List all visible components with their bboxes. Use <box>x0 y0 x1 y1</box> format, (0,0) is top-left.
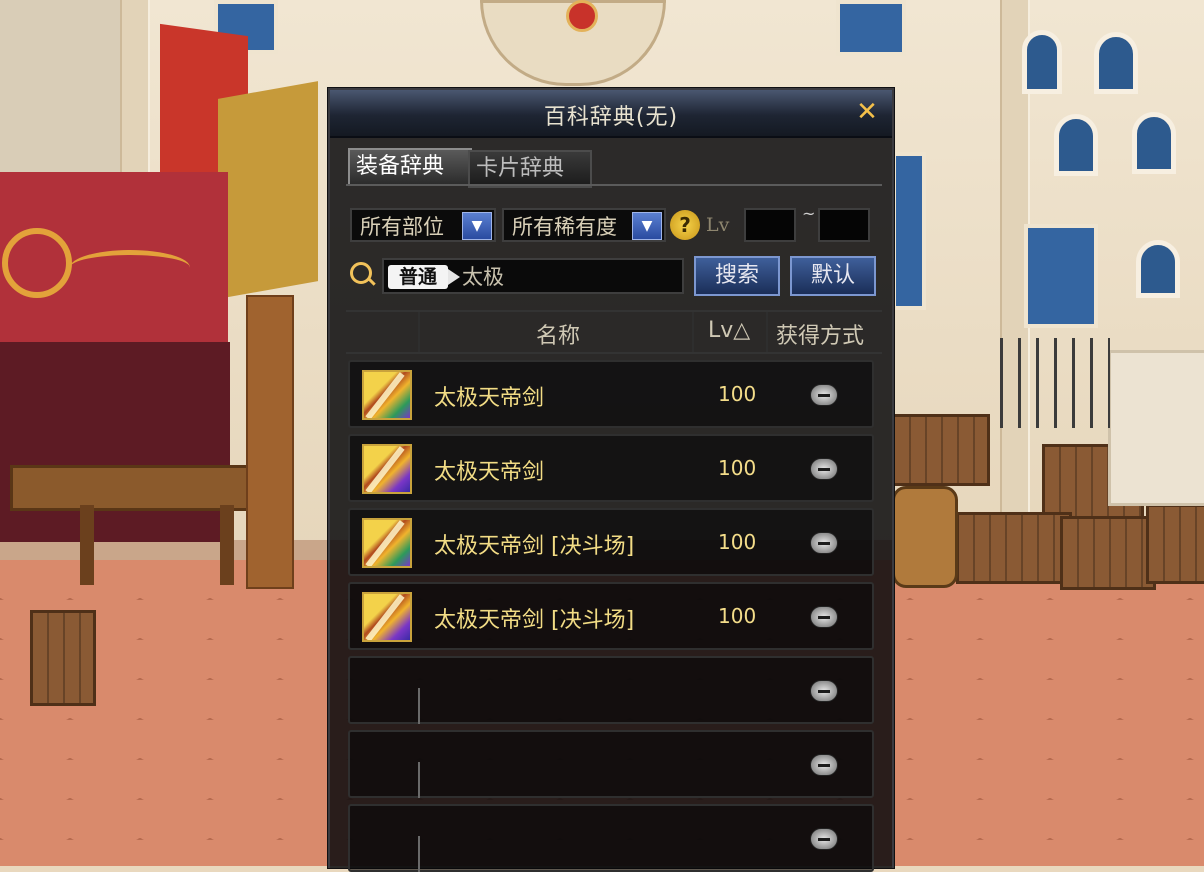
header-name[interactable]: 名称 <box>536 318 580 350</box>
table-row[interactable]: 太极天帝剑 100 <box>348 360 874 428</box>
tab-divider <box>346 184 882 186</box>
item-icon-frame <box>362 444 412 494</box>
building-wall-shadow <box>0 0 140 190</box>
obtain-method-button[interactable] <box>810 680 838 702</box>
chevron-down-icon: ▼ <box>462 212 492 240</box>
sword-icon <box>364 520 410 566</box>
window <box>836 0 906 56</box>
item-level: 100 <box>718 382 757 406</box>
level-range-separator: ~ <box>802 204 816 223</box>
level-min-input[interactable] <box>744 208 796 242</box>
table-leg <box>80 505 94 585</box>
rarity-filter-value: 所有稀有度 <box>512 215 617 239</box>
market-tent-interior <box>0 342 230 542</box>
wooden-crate <box>892 414 990 486</box>
row-divider <box>418 688 420 724</box>
arched-window <box>1136 240 1180 298</box>
arched-window <box>1022 30 1062 94</box>
header-divider <box>692 312 694 352</box>
barrel <box>892 486 958 588</box>
search-input[interactable]: 普通 太极 <box>382 258 684 294</box>
stone-sign <box>1108 350 1204 506</box>
wooden-crate <box>1060 516 1156 590</box>
row-divider <box>418 762 420 798</box>
item-level: 100 <box>718 604 757 628</box>
item-level: 100 <box>718 456 757 480</box>
search-button[interactable]: 搜索 <box>694 256 780 296</box>
search-icon <box>350 262 372 284</box>
search-query-text: 太极 <box>462 265 504 289</box>
tag-arrow-icon <box>448 269 460 285</box>
arched-window <box>1132 112 1176 174</box>
arched-window <box>1094 32 1138 94</box>
door <box>892 152 926 310</box>
item-level: 100 <box>718 530 757 554</box>
dialog-title: 百科辞典(无) <box>543 105 679 130</box>
tab-card-dictionary[interactable]: 卡片辞典 <box>468 150 592 188</box>
wooden-crate <box>1146 504 1204 584</box>
gold-banner <box>218 81 318 299</box>
tent-decoration <box>70 250 190 285</box>
tab-equipment-dictionary[interactable]: 装备辞典 <box>348 148 472 186</box>
table-row[interactable]: 太极天帝剑 [决斗场] 100 <box>348 508 874 576</box>
close-icon[interactable]: ✕ <box>852 98 882 126</box>
level-label: Lv <box>706 214 730 236</box>
item-name: 太极天帝剑 <box>434 386 545 411</box>
item-name: 太极天帝剑 <box>434 460 545 485</box>
row-divider <box>418 836 420 872</box>
obtain-method-button[interactable] <box>810 532 838 554</box>
header-obtain-method[interactable]: 获得方式 <box>776 318 864 350</box>
tent-wheel-emblem <box>2 228 72 298</box>
dialog-titlebar[interactable]: 百科辞典(无) ✕ <box>330 90 892 138</box>
obtain-method-button[interactable] <box>810 384 838 406</box>
obtain-method-button[interactable] <box>810 606 838 628</box>
table-row-empty <box>348 804 874 872</box>
level-max-input[interactable] <box>818 208 870 242</box>
wooden-crate <box>30 610 96 706</box>
item-icon-frame <box>362 592 412 642</box>
obtain-method-button[interactable] <box>810 828 838 850</box>
table-row[interactable]: 太极天帝剑 [决斗场] 100 <box>348 582 874 650</box>
wooden-training-post <box>246 295 294 589</box>
help-icon[interactable]: ? <box>670 210 700 240</box>
arched-window <box>1054 114 1098 176</box>
header-divider <box>418 312 420 352</box>
table-row-empty <box>348 656 874 724</box>
sword-icon <box>364 372 410 418</box>
emblem-gem <box>566 0 598 32</box>
iron-railing <box>1000 338 1110 428</box>
item-name: 太极天帝剑 [决斗场] <box>434 608 635 633</box>
chevron-down-icon: ▼ <box>632 212 662 240</box>
wooden-crate <box>956 512 1072 584</box>
obtain-method-button[interactable] <box>810 754 838 776</box>
sword-icon <box>364 594 410 640</box>
table-row[interactable]: 太极天帝剑 100 <box>348 434 874 502</box>
rarity-filter-select[interactable]: 所有稀有度 ▼ <box>502 208 666 242</box>
default-button[interactable]: 默认 <box>790 256 876 296</box>
obtain-method-button[interactable] <box>810 458 838 480</box>
item-icon-frame <box>362 370 412 420</box>
door <box>1024 224 1098 328</box>
table-leg <box>220 505 234 585</box>
item-name: 太极天帝剑 [决斗场] <box>434 534 635 559</box>
item-icon-frame <box>362 518 412 568</box>
header-divider <box>766 312 768 352</box>
table-header: 名称 Lv△ 获得方式 <box>346 310 882 354</box>
table-row-empty <box>348 730 874 798</box>
part-filter-select[interactable]: 所有部位 ▼ <box>350 208 496 242</box>
part-filter-value: 所有部位 <box>360 215 444 239</box>
sword-icon <box>364 446 410 492</box>
header-level-sort[interactable]: Lv△ <box>708 318 750 343</box>
search-mode-tag[interactable]: 普通 <box>388 265 448 289</box>
encyclopedia-dialog: 百科辞典(无) ✕ 装备辞典 卡片辞典 所有部位 ▼ 所有稀有度 ▼ ? Lv … <box>328 88 894 872</box>
